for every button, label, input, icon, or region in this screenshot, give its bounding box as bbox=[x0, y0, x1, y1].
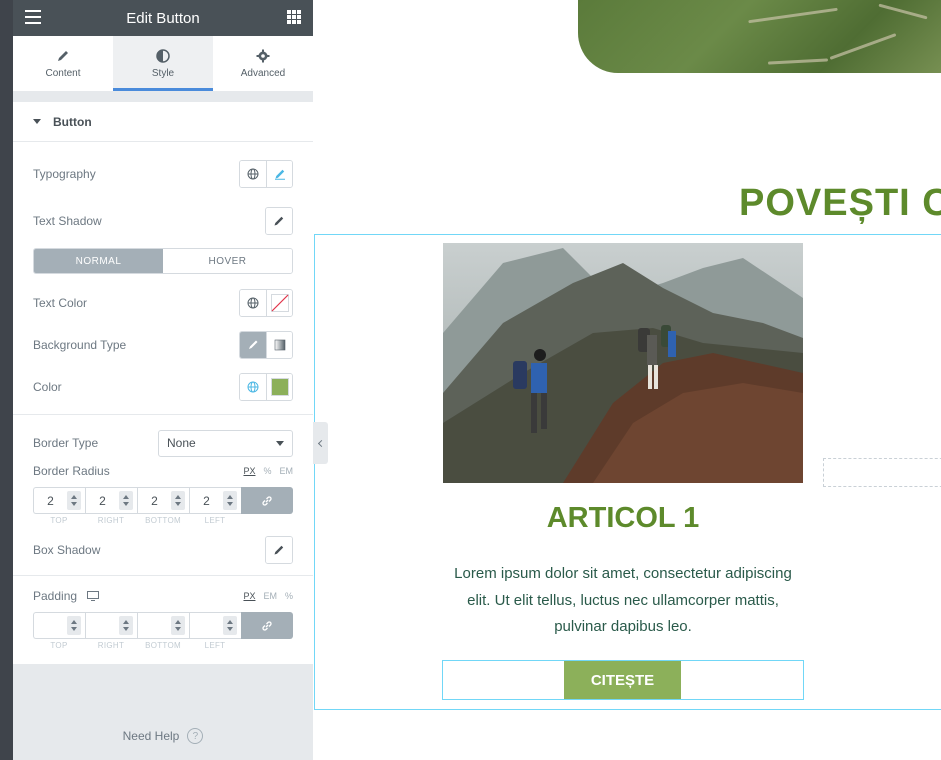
text-color-label: Text Color bbox=[33, 296, 88, 310]
border-radius-right[interactable]: 2 bbox=[85, 487, 137, 514]
edit-pencil-icon[interactable] bbox=[266, 208, 292, 234]
tab-advanced[interactable]: Advanced bbox=[213, 36, 313, 91]
color-label: Color bbox=[33, 380, 62, 394]
left-gutter bbox=[0, 0, 13, 760]
padding-bottom[interactable] bbox=[137, 612, 189, 639]
panel-title: Edit Button bbox=[126, 9, 200, 27]
unit-px[interactable]: PX bbox=[243, 591, 255, 601]
unit-em[interactable]: EM bbox=[263, 591, 277, 601]
edit-pencil-icon[interactable] bbox=[266, 161, 292, 187]
button-style-section: Button Typography Text Shadow NORMAL HOV… bbox=[13, 102, 313, 664]
green-color-swatch[interactable] bbox=[266, 374, 292, 400]
article-image bbox=[443, 243, 803, 483]
read-more-button[interactable]: CITEȘTE bbox=[564, 661, 681, 699]
padding-right[interactable] bbox=[85, 612, 137, 639]
hero-image bbox=[578, 0, 941, 73]
dim-label-left: LEFT bbox=[204, 641, 226, 650]
typography-control: Typography bbox=[13, 142, 313, 200]
desktop-icon[interactable] bbox=[87, 591, 100, 601]
border-radius-label: Border Radius bbox=[33, 464, 110, 478]
border-radius-control: Border Radius PX % EM 2 2 2 2 TOP RIGHT … bbox=[13, 461, 313, 525]
border-radius-top[interactable]: 2 bbox=[33, 487, 85, 514]
caret-down-icon bbox=[33, 119, 41, 124]
question-icon: ? bbox=[187, 728, 204, 744]
dim-label-bottom: BOTTOM bbox=[145, 516, 181, 525]
globe-icon[interactable] bbox=[240, 374, 266, 400]
tab-content-label: Content bbox=[45, 68, 81, 79]
text-shadow-label: Text Shadow bbox=[33, 214, 102, 228]
article-title: ARTICOL 1 bbox=[546, 502, 700, 534]
padding-left[interactable] bbox=[189, 612, 241, 639]
state-switcher: NORMAL HOVER bbox=[13, 242, 313, 282]
empty-column-placeholder bbox=[823, 458, 941, 487]
edit-pencil-icon[interactable] bbox=[266, 537, 292, 563]
contrast-icon bbox=[156, 48, 170, 64]
border-radius-bottom[interactable]: 2 bbox=[137, 487, 189, 514]
gear-icon bbox=[256, 48, 270, 64]
border-type-select[interactable]: None bbox=[158, 429, 293, 457]
tab-hover[interactable]: HOVER bbox=[163, 249, 292, 273]
text-shadow-control: Text Shadow bbox=[13, 200, 313, 242]
dim-label-top: TOP bbox=[50, 516, 68, 525]
unit-em[interactable]: EM bbox=[280, 466, 294, 476]
box-shadow-control: Box Shadow bbox=[13, 525, 313, 575]
dim-label-bottom: BOTTOM bbox=[145, 641, 181, 650]
chevron-down-icon bbox=[276, 440, 284, 446]
unit-percent[interactable]: % bbox=[285, 591, 293, 601]
brush-icon[interactable] bbox=[240, 332, 266, 358]
article-excerpt: Lorem ipsum dolor sit amet, consectetur … bbox=[454, 565, 792, 635]
padding-top[interactable] bbox=[33, 612, 85, 639]
background-type-label: Background Type bbox=[33, 338, 127, 352]
collapse-panel-handle[interactable] bbox=[313, 422, 328, 464]
dim-label-left: LEFT bbox=[204, 516, 226, 525]
need-help-link[interactable]: Need Help ? bbox=[13, 728, 313, 744]
preview-canvas: POVEȘTI C ARTICOL 1 Lorem ipsum dolor si… bbox=[313, 0, 941, 760]
text-color-control: Text Color bbox=[13, 282, 313, 324]
border-type-value: None bbox=[167, 436, 196, 450]
panel-header: Edit Button bbox=[13, 0, 313, 36]
tab-advanced-label: Advanced bbox=[240, 68, 286, 79]
dim-label-top: TOP bbox=[50, 641, 68, 650]
tab-content[interactable]: Content bbox=[13, 36, 113, 91]
dim-label-right: RIGHT bbox=[97, 516, 125, 525]
border-type-label: Border Type bbox=[33, 436, 99, 450]
link-values-icon[interactable] bbox=[241, 612, 293, 639]
globe-icon[interactable] bbox=[240, 161, 266, 187]
tab-normal[interactable]: NORMAL bbox=[34, 249, 163, 273]
section-header-button[interactable]: Button bbox=[13, 102, 313, 142]
box-shadow-label: Box Shadow bbox=[33, 543, 101, 557]
padding-control: Padding PX EM % TOP RIGHT BOTTOM LEFT bbox=[13, 586, 313, 664]
unit-percent[interactable]: % bbox=[263, 466, 271, 476]
tab-style[interactable]: Style bbox=[113, 36, 213, 91]
section-heading: POVEȘTI C bbox=[739, 182, 941, 224]
typography-label: Typography bbox=[33, 167, 96, 181]
need-help-label: Need Help bbox=[122, 729, 180, 743]
pencil-icon bbox=[56, 48, 70, 64]
color-control: Color bbox=[13, 366, 313, 408]
padding-label: Padding bbox=[33, 589, 78, 603]
link-values-icon[interactable] bbox=[241, 487, 293, 514]
border-radius-left[interactable]: 2 bbox=[189, 487, 241, 514]
empty-color-swatch[interactable] bbox=[266, 290, 292, 316]
section-title: Button bbox=[53, 114, 92, 129]
border-type-control: Border Type None bbox=[13, 415, 313, 467]
panel-tabs: Content Style Advanced bbox=[13, 36, 313, 92]
tab-style-label: Style bbox=[151, 68, 175, 79]
button-widget-outline[interactable]: CITEȘTE bbox=[442, 660, 804, 700]
menu-icon[interactable] bbox=[25, 10, 41, 24]
globe-icon[interactable] bbox=[240, 290, 266, 316]
chevron-left-icon bbox=[317, 439, 326, 447]
gradient-icon[interactable] bbox=[266, 332, 292, 358]
unit-px[interactable]: PX bbox=[243, 466, 255, 476]
editor-panel: Edit Button Content Style Advanced Butto… bbox=[13, 0, 313, 760]
widgets-grid-icon[interactable] bbox=[287, 10, 301, 24]
background-type-control: Background Type bbox=[13, 324, 313, 366]
dim-label-right: RIGHT bbox=[97, 641, 125, 650]
